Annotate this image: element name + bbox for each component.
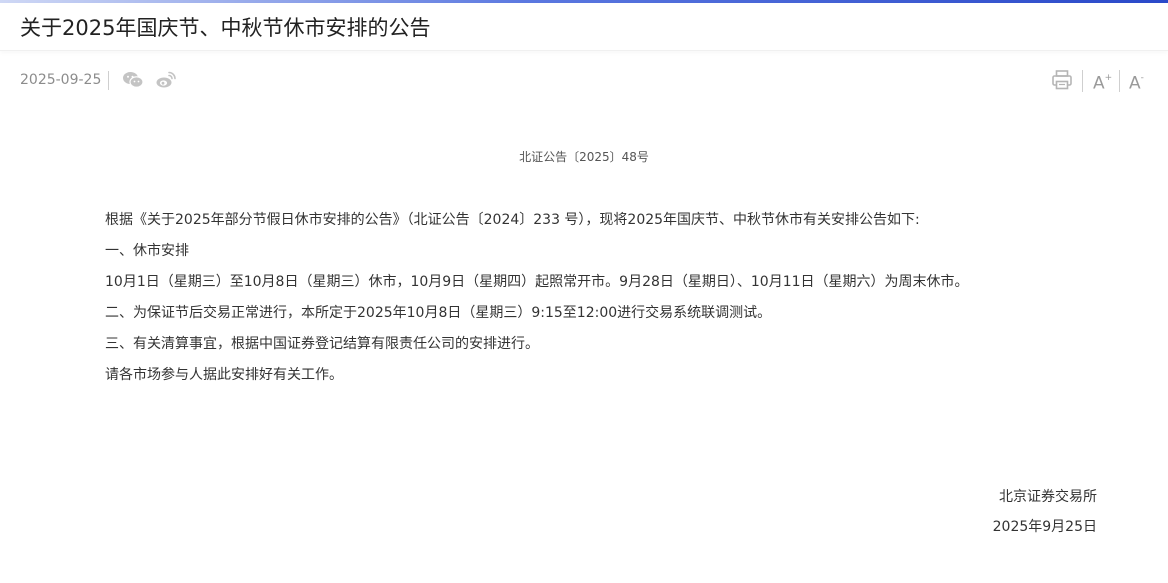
meta-toolbar: 2025-09-25 A+ A- xyxy=(0,62,1168,98)
toolbar-divider xyxy=(1082,70,1083,92)
body-paragraph: 一、休市安排 xyxy=(105,243,189,259)
font-decrease-sup: - xyxy=(1140,73,1144,83)
font-decrease-button[interactable]: A- xyxy=(1129,70,1144,94)
signature-org: 北京证券交易所 xyxy=(999,489,1097,505)
font-increase-sup: + xyxy=(1104,73,1113,83)
body-paragraph: 10月1日（星期三）至10月8日（星期三）休市，10月9日（星期四）起照常开市。… xyxy=(105,274,969,290)
toolbar-divider xyxy=(1119,70,1120,92)
publish-date: 2025-09-25 xyxy=(20,72,102,88)
article-header: 关于2025年国庆节、中秋节休市安排的公告 xyxy=(0,3,1168,51)
body-paragraph: 三、有关清算事宜，根据中国证券登记结算有限责任公司的安排进行。 xyxy=(105,336,539,352)
signature-block: 北京证券交易所 2025年9月25日 xyxy=(993,482,1097,542)
body-paragraph: 请各市场参与人据此安排好有关工作。 xyxy=(105,367,343,383)
body-paragraph: 根据《关于2025年部分节假日休市安排的公告》（北证公告〔2024〕233 号）… xyxy=(105,212,920,228)
wechat-icon[interactable] xyxy=(122,70,144,90)
printer-icon[interactable] xyxy=(1051,69,1073,91)
document-number: 北证公告〔2025〕48号 xyxy=(519,150,649,164)
body-paragraph: 二、为保证节后交易正常进行，本所定于2025年10月8日（星期三）9:15至12… xyxy=(105,305,772,321)
font-decrease-label: A xyxy=(1129,73,1141,94)
meta-divider xyxy=(108,71,109,90)
weibo-icon[interactable] xyxy=(155,70,177,90)
signature-date: 2025年9月25日 xyxy=(992,519,1097,535)
article-body: 根据《关于2025年部分节假日休市安排的公告》（北证公告〔2024〕233 号）… xyxy=(105,205,1065,391)
font-increase-button[interactable]: A+ xyxy=(1093,70,1112,94)
font-increase-label: A xyxy=(1093,73,1105,94)
page-title: 关于2025年国庆节、中秋节休市安排的公告 xyxy=(20,16,431,40)
